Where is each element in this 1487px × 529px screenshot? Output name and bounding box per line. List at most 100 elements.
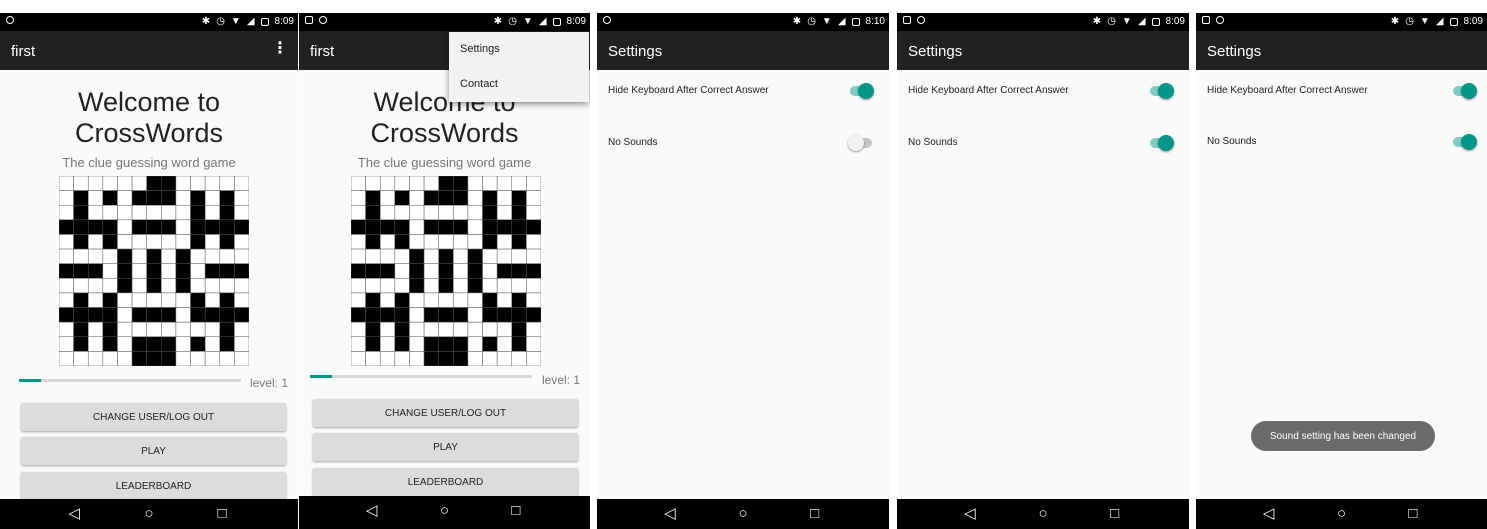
signal-icon: ◢: [538, 16, 547, 27]
setting-no-sounds[interactable]: No Sounds: [1196, 127, 1487, 157]
home-icon[interactable]: ○: [144, 506, 153, 522]
hide-keyboard-toggle[interactable]: [850, 83, 874, 99]
level-progress-bar: [19, 379, 241, 382]
home-icon[interactable]: ○: [1038, 506, 1047, 522]
notification-icon: [305, 16, 313, 24]
status-time: 8:10: [865, 16, 885, 27]
signal-icon: ◢: [246, 16, 255, 27]
nav-bar: ◁ ○ □: [1196, 499, 1487, 529]
setting-no-sounds[interactable]: No Sounds: [897, 128, 1189, 158]
wifi-icon: ▼: [1121, 16, 1132, 27]
alarm-icon: ◷: [1107, 16, 1116, 27]
menu-item-contact[interactable]: Contact: [449, 67, 589, 102]
home-icon[interactable]: ○: [738, 506, 747, 522]
android-icon: [319, 16, 327, 24]
signal-icon: ◢: [837, 16, 846, 27]
recents-icon[interactable]: □: [1408, 506, 1417, 522]
level-progress-fill: [310, 375, 333, 378]
recents-icon[interactable]: □: [218, 506, 227, 522]
status-bar: ✱ ◷ ▼ ◢ 8:10: [597, 13, 889, 31]
status-bar: ✱ ◷ ▼ ◢ 8:09: [299, 13, 590, 31]
nav-bar: ◁ ○ □: [299, 496, 590, 529]
setting-hide-keyboard[interactable]: Hide Keyboard After Correct Answer: [597, 76, 889, 106]
recents-icon[interactable]: □: [1110, 506, 1119, 522]
setting-hide-keyboard[interactable]: Hide Keyboard After Correct Answer: [1196, 76, 1487, 106]
recents-icon[interactable]: □: [511, 503, 520, 519]
bluetooth-icon: ✱: [493, 16, 503, 27]
android-icon: [1216, 16, 1224, 24]
home-content: Welcome to CrossWords The clue guessing …: [0, 70, 298, 500]
hide-keyboard-toggle[interactable]: [1150, 83, 1174, 99]
nav-bar: ◁ ○ □: [897, 499, 1189, 529]
home-icon[interactable]: ○: [440, 503, 449, 519]
recents-icon[interactable]: □: [810, 506, 819, 522]
more-vert-icon[interactable]: ⋮: [272, 41, 288, 57]
menu-item-settings[interactable]: Settings: [449, 32, 589, 67]
nav-bar: ◁ ○ □: [597, 499, 889, 529]
status-time: 8:09: [566, 16, 586, 27]
battery-icon: [851, 17, 860, 26]
level-label: level: 1: [541, 373, 580, 387]
settings-title: Settings: [608, 43, 663, 60]
level-label: level: 1: [249, 376, 288, 390]
wifi-icon: ▼: [1419, 16, 1430, 27]
tagline: The clue guessing word game: [357, 155, 532, 170]
play-button[interactable]: PLAY: [313, 433, 578, 461]
change-user-button[interactable]: CHANGE USER/LOG OUT: [21, 403, 286, 431]
no-sounds-toggle[interactable]: [1150, 135, 1174, 151]
leaderboard-button[interactable]: LEADERBOARD: [313, 468, 578, 496]
setting-hide-keyboard[interactable]: Hide Keyboard After Correct Answer: [897, 76, 1189, 106]
settings-content: Hide Keyboard After Correct Answer No So…: [897, 70, 1189, 499]
screen-home: ✱ ◷ ▼ ◢ 8:09 first ⋮ Welcome to CrossWor…: [0, 13, 298, 529]
status-bar: ✱ ◷ ▼ ◢ 8:09: [1196, 13, 1487, 31]
back-icon[interactable]: ◁: [664, 506, 676, 522]
back-icon[interactable]: ◁: [366, 503, 378, 519]
battery-icon: [552, 17, 561, 26]
wifi-icon: ▼: [522, 16, 533, 27]
no-sounds-toggle[interactable]: [1453, 134, 1477, 150]
home-content: Welcome to CrossWords The clue guessing …: [299, 70, 590, 499]
level-progress-fill: [19, 379, 42, 382]
notification-icon: [1202, 16, 1210, 24]
play-button[interactable]: PLAY: [21, 437, 286, 465]
setting-no-sounds[interactable]: No Sounds: [597, 128, 889, 158]
android-icon: [917, 16, 925, 24]
nav-bar: ◁ ○ □: [0, 499, 298, 529]
change-user-button[interactable]: CHANGE USER/LOG OUT: [313, 399, 578, 427]
leaderboard-button[interactable]: LEADERBOARD: [21, 472, 286, 500]
bluetooth-icon: ✱: [1390, 16, 1400, 27]
back-icon[interactable]: ◁: [1263, 506, 1275, 522]
battery-icon: [260, 17, 269, 26]
welcome-heading: Welcome to CrossWords: [74, 87, 224, 148]
no-sounds-toggle[interactable]: [848, 135, 872, 151]
bluetooth-icon: ✱: [792, 16, 802, 27]
hide-keyboard-label: Hide Keyboard After Correct Answer: [1207, 85, 1368, 96]
hide-keyboard-label: Hide Keyboard After Correct Answer: [608, 85, 769, 96]
app-title: first: [11, 43, 36, 60]
crossword-image: [59, 176, 249, 366]
settings-title: Settings: [908, 43, 963, 60]
settings-title: Settings: [1207, 43, 1262, 60]
app-bar: Settings: [597, 31, 889, 70]
status-time: 8:09: [1463, 16, 1483, 27]
app-bar: Settings: [897, 31, 1189, 70]
no-sounds-label: No Sounds: [1207, 136, 1257, 147]
home-icon[interactable]: ○: [1337, 506, 1346, 522]
status-time: 8:09: [1165, 16, 1185, 27]
hide-keyboard-label: Hide Keyboard After Correct Answer: [908, 85, 1069, 96]
hide-keyboard-toggle[interactable]: [1453, 83, 1477, 99]
notification-icon: [903, 16, 911, 24]
bluetooth-icon: ✱: [201, 16, 211, 27]
screen-settings-sound-off: ✱ ◷ ▼ ◢ 8:10 Settings Hide Keyboard Afte…: [597, 13, 889, 529]
status-bar: ✱ ◷ ▼ ◢ 8:09: [0, 13, 298, 31]
screen-home-menu: ✱ ◷ ▼ ◢ 8:09 first Welcome to CrossWords…: [299, 13, 590, 529]
alarm-icon: ◷: [1405, 16, 1414, 27]
signal-icon: ◢: [1137, 16, 1146, 27]
back-icon[interactable]: ◁: [964, 506, 976, 522]
screen-settings-toast: ✱ ◷ ▼ ◢ 8:09 Settings Hide Keyboard Afte…: [1196, 13, 1487, 529]
status-time: 8:09: [274, 16, 294, 27]
back-icon[interactable]: ◁: [69, 506, 81, 522]
overflow-menu: Settings Contact: [449, 32, 589, 102]
app-bar: first ⋮: [0, 31, 298, 70]
no-sounds-label: No Sounds: [908, 137, 958, 148]
